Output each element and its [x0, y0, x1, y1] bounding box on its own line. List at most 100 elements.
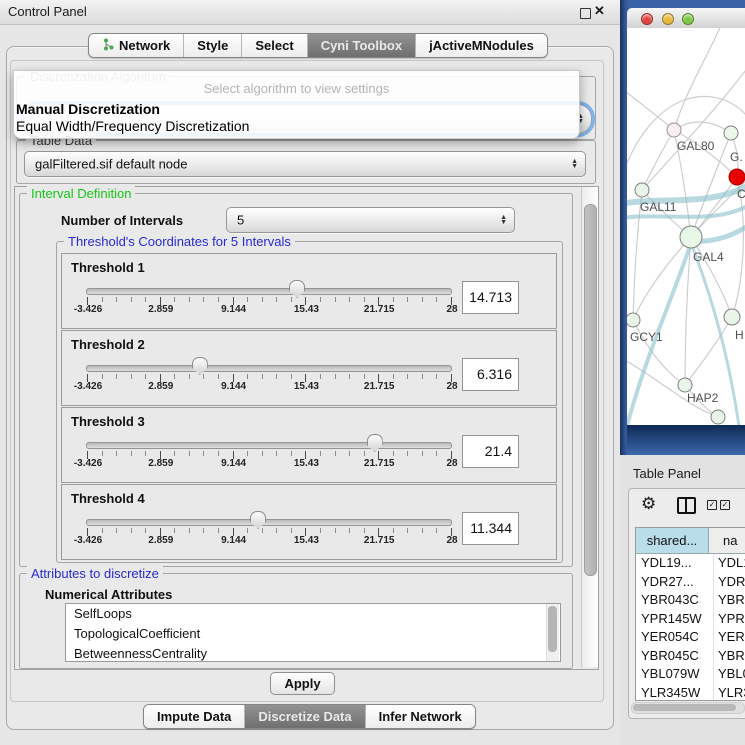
tick-label: -3.426 — [74, 381, 102, 392]
cell-name: YBR0 — [714, 647, 745, 666]
table-data-combobox[interactable]: galFiltered.sif default node ▲▼ — [24, 151, 586, 177]
columns-icon[interactable] — [677, 497, 696, 514]
cell-shared-name: YER054C — [636, 628, 714, 647]
network-red-node[interactable] — [729, 169, 745, 185]
checkbox-icon[interactable]: ✓ — [720, 500, 730, 510]
tick-mark — [145, 374, 146, 379]
attributes-scrollbar-thumb[interactable] — [548, 606, 557, 652]
mac-zoom-icon[interactable] — [682, 13, 694, 25]
tab-jactivemnodules[interactable]: jActiveMNodules — [415, 34, 547, 57]
tick-mark — [320, 297, 321, 302]
network-HAP2-node[interactable] — [678, 378, 692, 392]
tick-mark — [276, 528, 277, 533]
network-edge — [674, 122, 731, 133]
menu-item-equal-width-discretization[interactable]: Equal Width/Frequency Discretization — [16, 118, 249, 134]
tick-mark — [145, 451, 146, 456]
mac-close-icon[interactable] — [641, 13, 653, 25]
tick-mark — [131, 528, 132, 533]
checkbox-icon[interactable]: ✓ — [707, 500, 717, 510]
vertical-scrollbar-thumb[interactable] — [584, 204, 597, 576]
tick-label: -3.426 — [74, 458, 102, 469]
table-row[interactable]: YDL19...YDL1 — [636, 554, 745, 573]
tick-mark — [436, 451, 437, 456]
table-row[interactable]: YBL079WYBL0 — [636, 665, 745, 684]
network-window-titlebar[interactable] — [627, 8, 745, 29]
app-root: Control Panel ✕ Network StyleSelect Cyni T… — [0, 0, 745, 745]
tab-cyni-toolbox[interactable]: Cyni Toolbox — [307, 34, 415, 57]
horizontal-scrollbar[interactable] — [631, 702, 745, 714]
apply-button[interactable]: Apply — [270, 672, 335, 695]
tab-network[interactable]: Network — [89, 34, 183, 57]
threshold-3-slider-thumb[interactable] — [367, 434, 383, 452]
numerical-attributes-list[interactable]: SelfLoopsTopologicalCoefficientBetweenne… — [65, 603, 561, 662]
float-window-icon[interactable] — [580, 8, 591, 19]
tick-mark — [320, 451, 321, 456]
column-header-name[interactable]: na — [709, 528, 745, 553]
tick-mark — [320, 374, 321, 379]
threshold-3-value-field[interactable]: 21.4 — [462, 435, 519, 468]
vertical-scrollbar[interactable] — [581, 187, 598, 667]
network-canvas[interactable]: GAL80G.GAL11CGAL4GCY1HHAP2 — [627, 28, 745, 425]
table-row[interactable]: YLR345WYLR3 — [636, 684, 745, 702]
network-bottom-node[interactable] — [711, 410, 725, 424]
threshold-1-slider-thumb[interactable] — [289, 280, 305, 298]
threshold-4-value-field[interactable]: 11.344 — [462, 512, 519, 545]
threshold-2-slider-track[interactable] — [86, 365, 452, 372]
tab-style[interactable]: Style — [183, 34, 241, 57]
horizontal-scrollbar-thumb[interactable] — [633, 704, 736, 711]
threshold-2-value-field[interactable]: 6.316 — [462, 358, 519, 391]
network-label-c: C — [737, 187, 745, 201]
tick-mark — [436, 374, 437, 379]
tab-impute-data[interactable]: Impute Data — [144, 705, 244, 728]
attribute-item-selfloops[interactable]: SelfLoops — [66, 604, 560, 624]
table-row[interactable]: YPR145WYPR1 — [636, 610, 745, 629]
column-header-shared-name[interactable]: shared... — [636, 528, 709, 553]
combo-arrows-icon: ▲▼ — [500, 215, 507, 225]
threshold-2-box: Threshold 2-3.4262.8599.14415.4321.71528… — [61, 330, 557, 406]
network-GAL11-node[interactable] — [635, 183, 649, 197]
table-row[interactable]: YER054CYER0 — [636, 628, 745, 647]
tab-infer-network[interactable]: Infer Network — [365, 705, 475, 728]
tick-label: 9.144 — [221, 304, 246, 315]
control-panel-titlebar: Control Panel ✕ — [0, 0, 620, 25]
table-row[interactable]: YBR045CYBR0 — [636, 647, 745, 666]
tab-label: Cyni Toolbox — [321, 38, 402, 53]
threshold-4-slider-thumb[interactable] — [250, 511, 266, 529]
interval-definition-title: Interval Definition — [27, 186, 135, 201]
threshold-1-value-field[interactable]: 14.713 — [462, 281, 519, 314]
mac-minimize-icon[interactable] — [662, 13, 674, 25]
tick-label: 2.859 — [148, 535, 173, 546]
attribute-item-topologicalcoefficient[interactable]: TopologicalCoefficient — [66, 624, 560, 644]
close-panel-icon[interactable]: ✕ — [594, 3, 605, 19]
table-row[interactable]: YDR27...YDR2 — [636, 573, 745, 592]
tab-select[interactable]: Select — [241, 34, 306, 57]
network-edge — [674, 28, 722, 130]
node-table[interactable]: shared... na YDL19...YDL1YDR27...YDR2YBR… — [635, 527, 745, 701]
threshold-2-slider-thumb[interactable] — [192, 357, 208, 375]
network-GAL80-node[interactable] — [667, 123, 681, 137]
tick-mark — [102, 374, 103, 379]
network-window-frame — [627, 425, 745, 455]
attribute-item-betweennesscentrality[interactable]: BetweennessCentrality — [66, 644, 560, 662]
threshold-4-slider-track[interactable] — [86, 519, 452, 526]
table-rows: YDL19...YDL1YDR27...YDR2YBR043CYBR0YPR14… — [636, 554, 745, 701]
numerical-attributes-label: Numerical Attributes — [45, 587, 172, 602]
threshold-sliders-container: Threshold 1-3.4262.8599.14415.4321.71528… — [56, 241, 561, 561]
tab-discretize-data[interactable]: Discretize Data — [244, 705, 364, 728]
attributes-scrollbar[interactable] — [546, 604, 559, 661]
table-row[interactable]: YBR043CYBR0 — [636, 591, 745, 610]
network-right-node[interactable] — [724, 309, 740, 325]
gear-icon[interactable]: ⚙ — [641, 494, 656, 514]
network-top-right-node[interactable] — [724, 126, 738, 140]
network-GCY1-node[interactable] — [627, 313, 640, 327]
tick-label: 2.859 — [148, 304, 173, 315]
tick-mark — [189, 374, 190, 379]
threshold-1-slider-track[interactable] — [86, 288, 452, 295]
threshold-3-slider-track[interactable] — [86, 442, 452, 449]
tick-mark — [436, 297, 437, 302]
menu-item-manual-discretization[interactable]: Manual Discretization — [16, 101, 160, 117]
number-of-intervals-combobox[interactable]: 5 ▲▼ — [226, 207, 515, 233]
tick-mark — [349, 451, 350, 456]
tab-label: Network — [119, 38, 170, 53]
network-GAL4-node[interactable] — [680, 226, 702, 248]
